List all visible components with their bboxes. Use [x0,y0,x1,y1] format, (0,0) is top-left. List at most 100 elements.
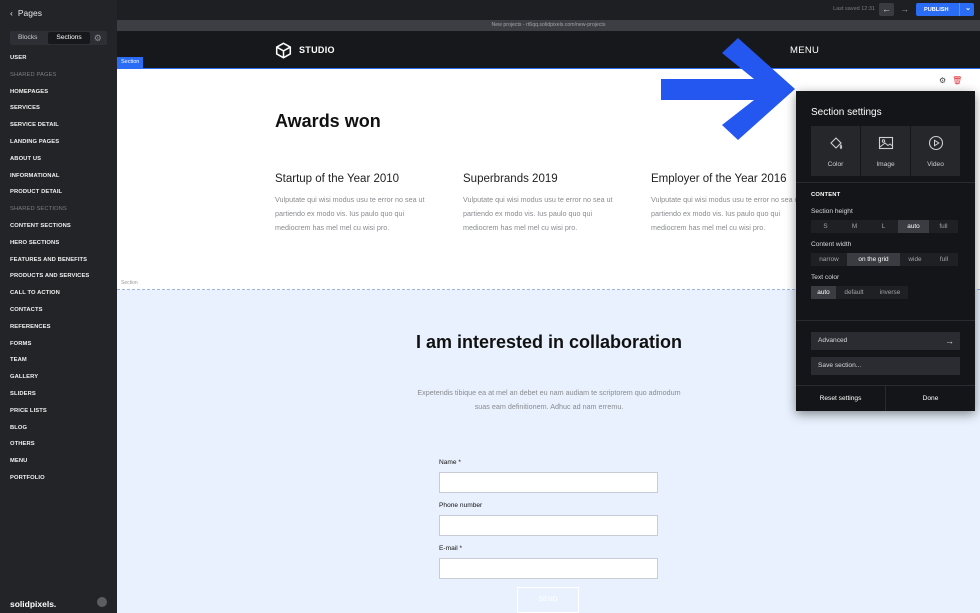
divider [796,320,975,321]
bg-option-label: Image [876,161,895,168]
award-text: Vulputate qui wisi modus usu te error no… [651,195,801,233]
brand-logo: solidpixels. [10,599,57,609]
sidebar-item[interactable]: CONTACTS [10,305,89,322]
award-card: Startup of the Year 2010 Vulputate qui w… [275,173,437,236]
sidebar-item[interactable]: GALLERY [10,372,89,389]
url-bar: New projects - rt6qq.solidpixels.com/new… [117,20,980,31]
cube-logo-icon [275,42,292,59]
done-button[interactable]: Done [886,386,975,411]
sidebar-item[interactable]: PRICE LISTS [10,406,89,423]
sidebar-item[interactable]: USER [10,53,89,70]
sidebar-item[interactable]: CALL TO ACTION [10,288,89,305]
sidebar: ‹ Pages Blocks Sections ⚙ USER SHARED PAG… [0,0,117,613]
height-option-m[interactable]: M [840,220,869,233]
award-text: Vulputate qui wisi modus usu te error no… [463,195,613,233]
bg-option-color[interactable]: Color [811,126,860,176]
height-option-l[interactable]: L [869,220,898,233]
logo-text: STUDIO [299,45,335,55]
last-saved-text: Last saved 12:31 [833,6,875,12]
section-tools: ⚙ 🗑 [939,76,962,85]
award-card: Employer of the Year 2016 Vulputate qui … [651,173,813,236]
width-option-wide[interactable]: wide [900,253,930,266]
chevron-down-icon[interactable]: ⌄ [965,4,971,12]
text-color-option-default[interactable]: default [836,286,872,299]
sidebar-item[interactable]: SERVICES [10,103,89,120]
sidebar-nav: USER SHARED PAGES HOMEPAGES SERVICES SERVICE… [10,53,89,490]
sidebar-tabs: Blocks Sections ⚙ [10,31,107,45]
sidebar-item[interactable]: HOMEPAGES [10,87,89,104]
advanced-label: Advanced [818,337,848,344]
height-label: Section height [811,208,853,215]
arrow-left-icon[interactable]: ← [879,3,894,16]
settings-title: Section settings [811,107,882,118]
award-title: Superbrands 2019 [463,173,558,185]
sidebar-item[interactable]: CONTENT SECTIONS [10,221,89,238]
section-tag[interactable]: Section [117,57,144,68]
sidebar-item[interactable]: INFORMATIONAL [10,171,89,188]
sidebar-item[interactable]: LANDING PAGES [10,137,89,154]
sidebar-item[interactable]: TEAM [10,355,89,372]
globe-icon[interactable] [97,597,107,607]
text-color-option-auto[interactable]: auto [811,286,836,299]
settings-footer: Reset settings Done [796,385,975,411]
text-color-label: Text color [811,274,840,281]
sidebar-item[interactable]: OTHERS [10,439,89,456]
sidebar-item[interactable]: ABOUT US [10,154,89,171]
name-label: Name * [439,459,461,466]
tab-blocks[interactable]: Blocks [10,32,45,44]
divider [796,182,975,183]
bg-option-label: Color [827,161,844,168]
name-field[interactable] [439,472,658,493]
sidebar-item[interactable]: REFERENCES [10,322,89,339]
collab-title: I am interested in collaboration [415,332,683,352]
sidebar-item[interactable]: PRODUCTS AND SERVICES [10,271,89,288]
bg-option-video[interactable]: Video [911,126,960,176]
bg-option-image[interactable]: Image [861,126,910,176]
topbar: Last saved 12:31 ← → PUBLISH ⌄ [117,0,980,20]
gear-icon[interactable]: ⚙ [94,32,102,44]
awards-title: Awards won [275,111,381,131]
section-tag-label: Section [121,280,138,286]
award-card: Superbrands 2019 Vulputate qui wisi modu… [463,173,625,236]
sidebar-item[interactable]: SLIDERS [10,389,89,406]
phone-field[interactable] [439,515,658,536]
sidebar-item[interactable]: PORTFOLIO [10,473,89,490]
image-icon [878,136,893,150]
sidebar-item[interactable]: BLOG [10,423,89,440]
send-button[interactable]: SEND [517,587,579,613]
trash-icon[interactable]: 🗑 [952,76,962,85]
arrow-right-icon[interactable]: → [897,3,912,16]
email-field[interactable] [439,558,658,579]
sidebar-item[interactable]: MENU [10,456,89,473]
section-settings-panel: Section settings Color Image Video CONTE… [796,91,975,411]
text-color-option-inverse[interactable]: inverse [872,286,908,299]
collab-description: Expetendis tibique ea at mel an debet eu… [417,388,681,412]
gear-icon[interactable]: ⚙ [939,76,946,85]
reset-settings-button[interactable]: Reset settings [796,386,886,411]
sidebar-heading: SHARED PAGES [10,71,57,78]
height-option-s[interactable]: S [811,220,840,233]
width-option-full[interactable]: full [930,253,958,266]
content-heading: CONTENT [811,192,841,198]
advanced-button[interactable]: Advanced → [811,332,960,350]
sidebar-item[interactable]: SERVICE DETAIL [10,120,89,137]
width-option-narrow[interactable]: narrow [811,253,847,266]
sidebar-item[interactable]: FORMS [10,339,89,356]
sidebar-item[interactable]: FEATURES AND BENEFITS [10,255,89,272]
width-option-on-the-grid[interactable]: on the grid [847,253,900,266]
sidebar-item[interactable]: HERO SECTIONS [10,238,89,255]
sidebar-item[interactable]: PRODUCT DETAIL [10,187,89,204]
paint-bucket-icon [829,137,842,150]
back-to-pages-link[interactable]: ‹ Pages [10,8,42,18]
publish-button[interactable]: PUBLISH ⌄ [916,3,974,16]
height-option-auto[interactable]: auto [898,220,929,233]
publish-divider [959,3,960,16]
back-link-label: Pages [17,8,42,18]
award-title: Employer of the Year 2016 [651,173,787,185]
tab-sections[interactable]: Sections [48,32,90,44]
publish-label: PUBLISH [924,6,949,13]
bg-option-label: Video [927,161,944,168]
height-option-full[interactable]: full [929,220,958,233]
save-section-button[interactable]: Save section... [811,357,960,375]
text-color-selector: auto default inverse [811,286,908,299]
